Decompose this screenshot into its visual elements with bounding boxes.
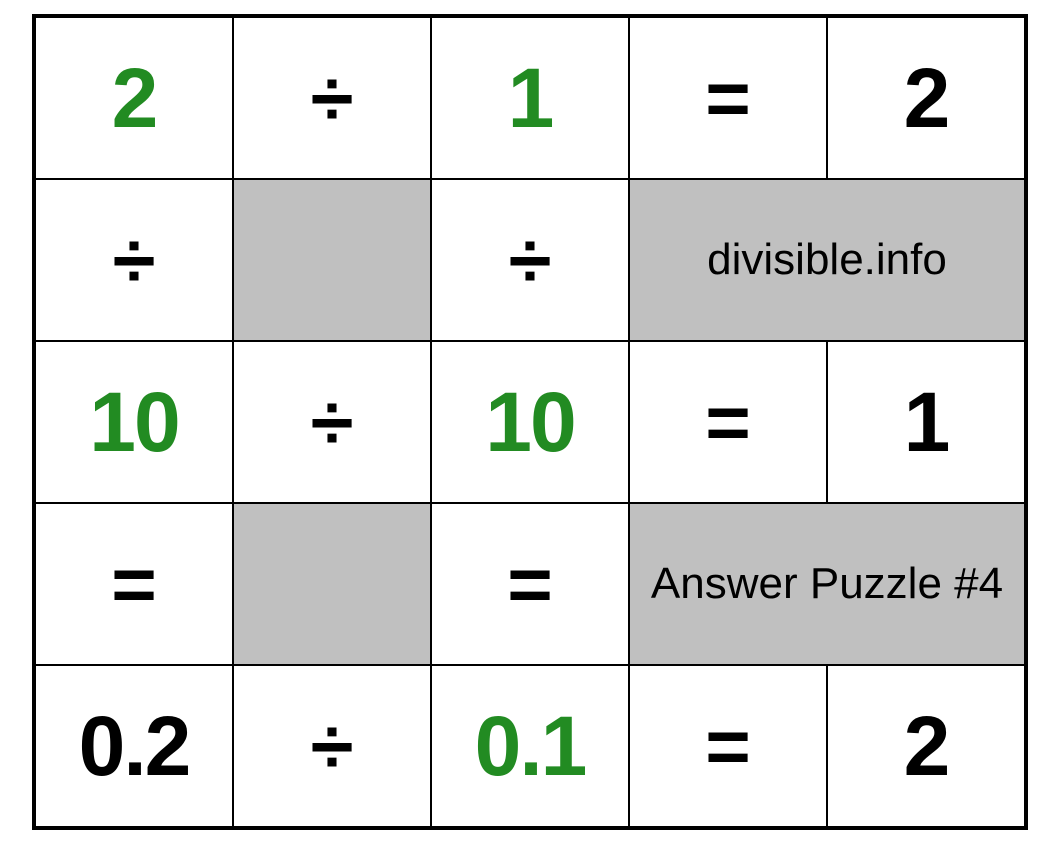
cell-r4c3: = — [431, 503, 629, 665]
cell-r3c4: = — [629, 341, 827, 503]
value-r1c1: 2 — [112, 50, 157, 147]
cell-r3c5: 1 — [827, 341, 1025, 503]
site-label: divisible.info — [707, 234, 947, 287]
cell-r1c5: 2 — [827, 17, 1025, 179]
equals-icon: = — [705, 701, 751, 792]
cell-r1c2: ÷ — [233, 17, 431, 179]
divide-icon: ÷ — [509, 215, 552, 306]
cell-r2c3: ÷ — [431, 179, 629, 341]
value-r5c1: 0.2 — [79, 698, 190, 795]
equals-icon: = — [111, 539, 157, 630]
cell-r1c3: 1 — [431, 17, 629, 179]
cell-r5c1: 0.2 — [35, 665, 233, 827]
equals-icon: = — [507, 539, 553, 630]
cell-r5c4: = — [629, 665, 827, 827]
cell-r2c1: ÷ — [35, 179, 233, 341]
divide-icon: ÷ — [113, 215, 156, 306]
cell-r2c2-blank — [233, 179, 431, 341]
cell-r5c2: ÷ — [233, 665, 431, 827]
divide-icon: ÷ — [311, 53, 354, 144]
cell-r2-info: divisible.info — [629, 179, 1025, 341]
cell-r1c1: 2 — [35, 17, 233, 179]
value-r3c5: 1 — [904, 374, 949, 471]
cell-r5c3: 0.1 — [431, 665, 629, 827]
value-r1c5: 2 — [904, 50, 949, 147]
equals-icon: = — [705, 53, 751, 144]
cell-r3c3: 10 — [431, 341, 629, 503]
value-r1c3: 1 — [508, 50, 553, 147]
cell-r4c1: = — [35, 503, 233, 665]
cell-r3c2: ÷ — [233, 341, 431, 503]
cell-r5c5: 2 — [827, 665, 1025, 827]
cell-r1c4: = — [629, 17, 827, 179]
value-r5c3: 0.1 — [475, 698, 586, 795]
cell-r4c2-blank — [233, 503, 431, 665]
value-r3c1: 10 — [89, 374, 178, 471]
value-r3c3: 10 — [485, 374, 574, 471]
answer-label: Answer Puzzle #4 — [651, 558, 1003, 611]
cell-r4-answer: Answer Puzzle #4 — [629, 503, 1025, 665]
value-r5c5: 2 — [904, 698, 949, 795]
divide-icon: ÷ — [311, 701, 354, 792]
equals-icon: = — [705, 377, 751, 468]
divide-icon: ÷ — [311, 377, 354, 468]
puzzle-grid: 2 ÷ 1 = 2 ÷ ÷ divisible.info 10 ÷ 10 = 1… — [32, 14, 1028, 830]
cell-r3c1: 10 — [35, 341, 233, 503]
